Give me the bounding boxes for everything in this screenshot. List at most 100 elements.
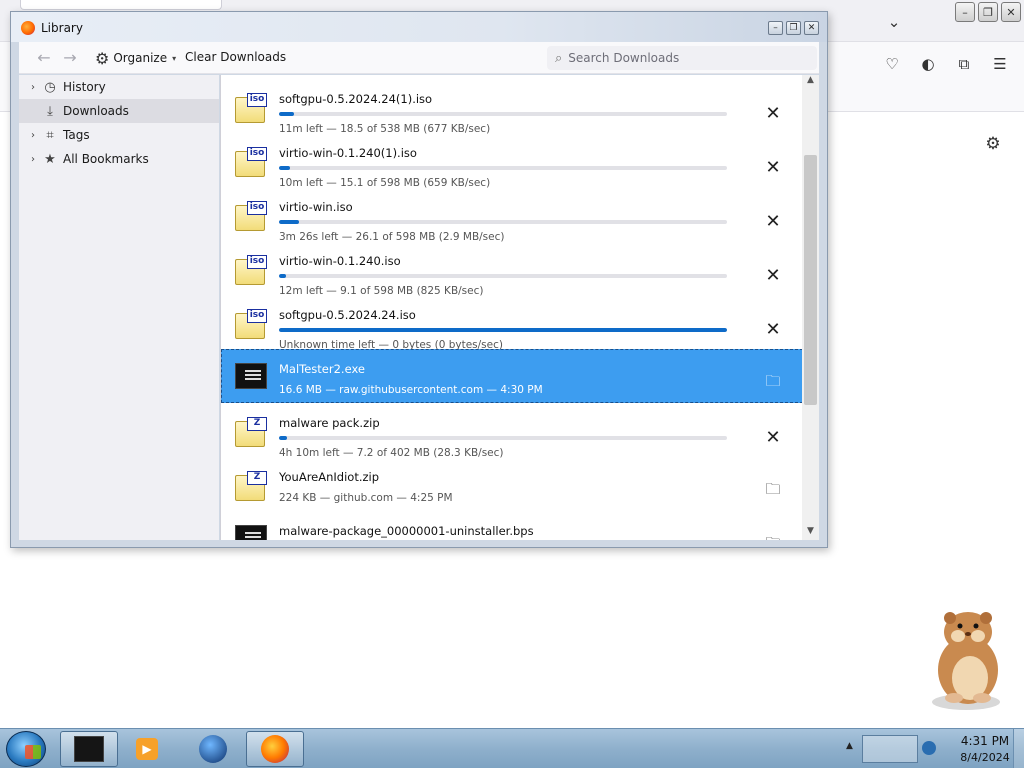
tray-app-icons[interactable] [862,735,918,763]
taskbar-app-media-player[interactable]: ▶ [118,731,176,767]
download-filename: MalTester2.exe [279,362,365,376]
scroll-up-icon[interactable]: ▲ [802,75,819,89]
forward-button[interactable]: → [59,48,81,68]
download-progress-bar [279,274,727,278]
downloads-scrollbar[interactable]: ▲ ▼ [802,75,819,540]
organize-label: Organize [113,51,168,65]
download-row[interactable]: iso virtio-win-0.1.240(1).iso 10m left — 1… [221,133,802,189]
search-icon: ⌕ [555,50,563,66]
executable-file-icon [235,525,267,540]
file-icon: iso [235,255,267,285]
star-icon: ★ [44,151,56,167]
cancel-download-button[interactable]: ✕ [761,209,785,233]
show-in-folder-button[interactable]: 🗀 [761,533,785,541]
cancel-download-button[interactable]: ✕ [761,263,785,287]
window-title: Library [41,21,83,35]
download-filename: malware-package_00000001-uninstaller.bps [279,524,534,538]
sidebar-item-downloads[interactable]: ⤓ Downloads [19,99,219,123]
taskbar-app-globe[interactable] [184,731,242,767]
tag-icon: ⌗ [46,127,54,143]
clock-date[interactable]: 8/4/2024 [950,751,1020,764]
download-row[interactable]: iso virtio-win.iso 3m 26s left — 26.1 of 5… [221,187,802,243]
twisty-icon[interactable]: › [25,130,41,141]
settings-gear-icon[interactable]: ⚙ [983,134,1003,154]
progress-fill [279,220,299,224]
progress-fill [279,436,288,440]
network-icon[interactable] [922,741,936,755]
download-filename: virtio-win.iso [279,200,353,214]
file-type-badge: iso [247,255,267,269]
extensions-icon[interactable]: ⧉ [954,54,974,74]
chevron-down-icon[interactable]: ⌄ [884,12,904,32]
download-row[interactable]: MalTester2.exe 16.6 MB — raw.githubuserco… [221,349,802,403]
clear-downloads-button[interactable]: Clear Downloads [185,50,286,64]
minimize-button[interactable]: – [955,2,975,22]
taskbar-app-firefox[interactable] [246,731,304,767]
file-icon: Z [235,471,267,501]
download-row[interactable]: Zmalware pack.zip 4h 10m left — 7.2 of 40… [221,403,802,459]
file-type-badge: iso [247,309,267,323]
download-progress-bar [279,166,727,170]
progress-fill [279,112,295,116]
download-progress-bar [279,112,727,116]
download-row[interactable]: iso virtio-win-0.1.240.iso 12m left — 9.1 … [221,241,802,297]
download-status: 16.6 MB — raw.githubusercontent.com — 4:… [279,384,543,396]
scroll-down-icon[interactable]: ▼ [802,526,819,540]
close-button[interactable]: ✕ [1001,2,1021,22]
window-close-button[interactable]: ✕ [804,21,819,35]
download-row[interactable]: iso softgpu-0.5.2024.24.iso Unknown time l… [221,295,802,351]
privacy-icon[interactable]: ◐ [918,54,938,74]
restore-button[interactable]: ❐ [978,2,998,22]
download-row[interactable]: malware-package_00000001-uninstaller.bps… [221,511,802,540]
cancel-download-button[interactable]: ✕ [761,425,785,449]
globe-icon [199,735,227,763]
system-tray: ▲ 4:31 PM 8/4/2024 [840,729,1024,768]
search-box[interactable]: ⌕ [547,46,817,70]
taskbar-app-terminal[interactable] [60,731,118,767]
progress-fill [279,166,291,170]
windows-logo-icon [25,745,41,759]
tray-expand-icon[interactable]: ▲ [846,741,853,751]
window-maximize-button[interactable]: ❐ [786,21,801,35]
firefox-icon [261,735,289,763]
file-icon [235,363,267,393]
browser-tab[interactable] [20,0,222,10]
sidebar-item-label: Tags [63,128,90,142]
sidebar-item-all-bookmarks[interactable]: › ★ All Bookmarks [19,147,219,171]
pocket-icon[interactable]: ♡ [882,54,902,74]
twisty-icon[interactable]: › [25,154,41,165]
download-row[interactable]: iso softgpu-0.5.2024.24(1).iso 11m left — … [221,79,802,135]
organize-button[interactable]: ⚙ Organize ▾ [95,48,176,68]
cancel-download-button[interactable]: ✕ [761,317,785,341]
download-row[interactable]: Z YouAreAnIdiot.zip 224 KB — github.com — … [221,457,802,511]
menu-icon[interactable]: ☰ [990,54,1010,74]
file-type-badge: iso [247,93,267,107]
show-in-folder-button[interactable]: 🗀 [761,371,785,395]
downloads-list: iso softgpu-0.5.2024.24(1).iso 11m left — … [220,75,802,540]
search-input[interactable] [568,51,799,65]
download-icon: ⤓ [47,103,53,119]
window-minimize-button[interactable]: – [768,21,783,35]
download-progress-bar [279,436,727,440]
gear-icon: ⚙ [95,48,110,68]
hamster-mascot[interactable] [920,602,1010,712]
twisty-icon[interactable]: › [25,82,41,93]
sidebar-item-tags[interactable]: › ⌗ Tags [19,123,219,147]
download-filename: softgpu-0.5.2024.24(1).iso [279,92,433,106]
file-icon: iso [235,201,267,231]
show-desktop-button[interactable] [1013,729,1024,768]
cancel-download-button[interactable]: ✕ [761,155,785,179]
file-icon: Z [235,417,267,447]
back-button[interactable]: ← [33,48,55,68]
scroll-thumb[interactable] [804,155,817,405]
file-icon: iso [235,147,267,177]
show-in-folder-button[interactable]: 🗀 [761,479,785,503]
cancel-download-button[interactable]: ✕ [761,101,785,125]
chevron-down-icon: ▾ [172,53,177,63]
start-button[interactable] [6,731,46,767]
sidebar-item-history[interactable]: › ◷ History [19,75,219,99]
file-type-badge: Z [247,417,267,431]
executable-file-icon [235,363,267,389]
clock-time[interactable]: 4:31 PM [950,734,1020,748]
file-type-badge: iso [247,147,267,161]
